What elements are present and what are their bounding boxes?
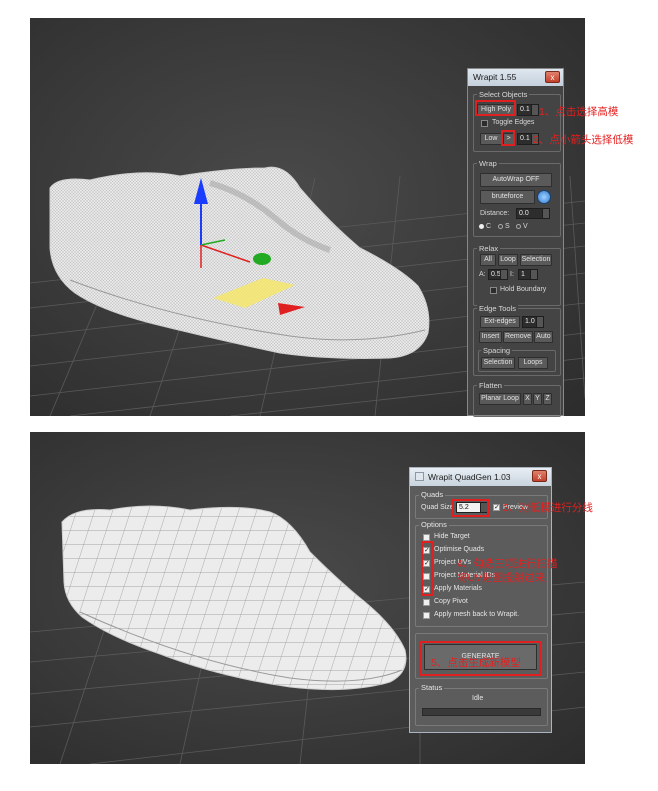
relax-loop-button[interactable]: Loop [498,254,518,266]
spacing-title: Spacing [481,346,513,355]
progress-bar [422,708,541,716]
option-label: Copy Pivot [434,598,468,605]
close-button[interactable]: x [532,470,547,482]
remove-button[interactable]: Remove [503,331,533,343]
edge-tools-title: Edge Tools [477,304,518,313]
wrap-title: Wrap [477,159,499,168]
flatten-title: Flatten [477,381,504,390]
option-label: Hide Target [434,533,470,540]
insert-button[interactable]: Insert [479,331,502,343]
relax-title: Relax [477,244,501,253]
status-title: Status [419,683,445,692]
relax-selection-button[interactable]: Selection [520,254,552,266]
wrapit-title: Wrapit 1.55 [473,72,517,82]
wrapit-titlebar[interactable]: Wrapit 1.55 x [468,69,563,86]
axis-x-button[interactable]: X [523,393,532,405]
option-label: Apply Materials [434,585,482,592]
annotation-5: 5、点击生成新模型 [431,657,521,669]
autowrap-button[interactable]: AutoWrap OFF [480,173,552,187]
window-icon [415,472,424,481]
ext-edges-spinner[interactable]: 1.0 [522,316,544,328]
distance-spinner[interactable]: 0.0 [516,208,550,219]
highlight-quad-size [452,499,489,517]
quad-size-label: Quad Size [421,504,454,511]
refresh-icon[interactable] [537,190,551,204]
radio-c-label: C [486,223,492,230]
iterations-label: I: [510,271,514,278]
bruteforce-button[interactable]: bruteforce [480,190,535,204]
toggle-edges-checkbox[interactable] [481,120,488,127]
option-label: Optimise Quads [434,546,485,553]
radio-s[interactable] [498,224,503,229]
status-text: Idle [472,695,484,702]
status-group [415,688,548,726]
option-checkbox[interactable] [423,534,430,541]
relax-all-button[interactable]: All [480,254,496,266]
close-button[interactable]: x [545,71,560,83]
radio-v-label: V [523,223,528,230]
annotation-3: 3、对低模进行分线 [503,502,593,514]
hold-boundary-checkbox[interactable] [490,287,497,294]
planar-loop-button[interactable]: Planar Loop [479,393,521,405]
option-checkbox[interactable] [423,612,430,619]
radio-s-label: S [505,223,510,230]
toggle-edges-label: Toggle Edges [492,119,535,126]
annotation-4: 4、勾选三项进行扫描 [457,558,558,570]
amount-spinner[interactable]: 0.5 [488,269,508,280]
spacing-selection-button[interactable]: Selection [481,357,515,369]
quadgen-titlebar[interactable]: Wrapit QuadGen 1.03 x [410,468,551,486]
highlight-options [421,541,433,596]
highlight-low-arrow [501,130,515,146]
distance-label: Distance: [480,210,510,217]
option-checkbox[interactable] [423,599,430,606]
preview-checkbox[interactable]: ✓ [493,504,500,511]
hold-boundary-label: Hold Boundary [500,286,547,293]
spacing-loops-button[interactable]: Loops [518,357,548,369]
option-label: Apply mesh back to Wrapit. [434,611,520,618]
highlight-high-poly [475,100,516,116]
options-title: Options [419,520,449,529]
wrapit-panel: Wrapit 1.55 x Select Objects High Poly 0… [467,68,564,417]
annotation-4b: 将UV贴图投射过来 [457,572,546,584]
auto-button[interactable]: Auto [534,331,553,343]
select-objects-title: Select Objects [477,90,530,99]
axis-z-button[interactable]: Z [543,393,552,405]
axis-y-button[interactable]: Y [533,393,542,405]
quads-title: Quads [419,490,446,499]
ext-edges-button[interactable]: Ext-edges [480,316,520,328]
amount-label: A: [479,271,486,278]
iterations-spinner[interactable]: 1 [518,269,538,280]
annotation-2: 2、点小箭头选择低模 [533,134,634,146]
radio-v[interactable] [516,224,521,229]
radio-c[interactable] [479,224,484,229]
quadgen-title: Wrapit QuadGen 1.03 [428,472,511,482]
shoe-quad-mesh [61,505,407,691]
low-poly-button[interactable]: Low [480,133,502,145]
high-poly-threshold-spinner[interactable]: 0.1 [517,104,539,116]
annotation-1: 1、点击选择高模 [539,106,619,118]
